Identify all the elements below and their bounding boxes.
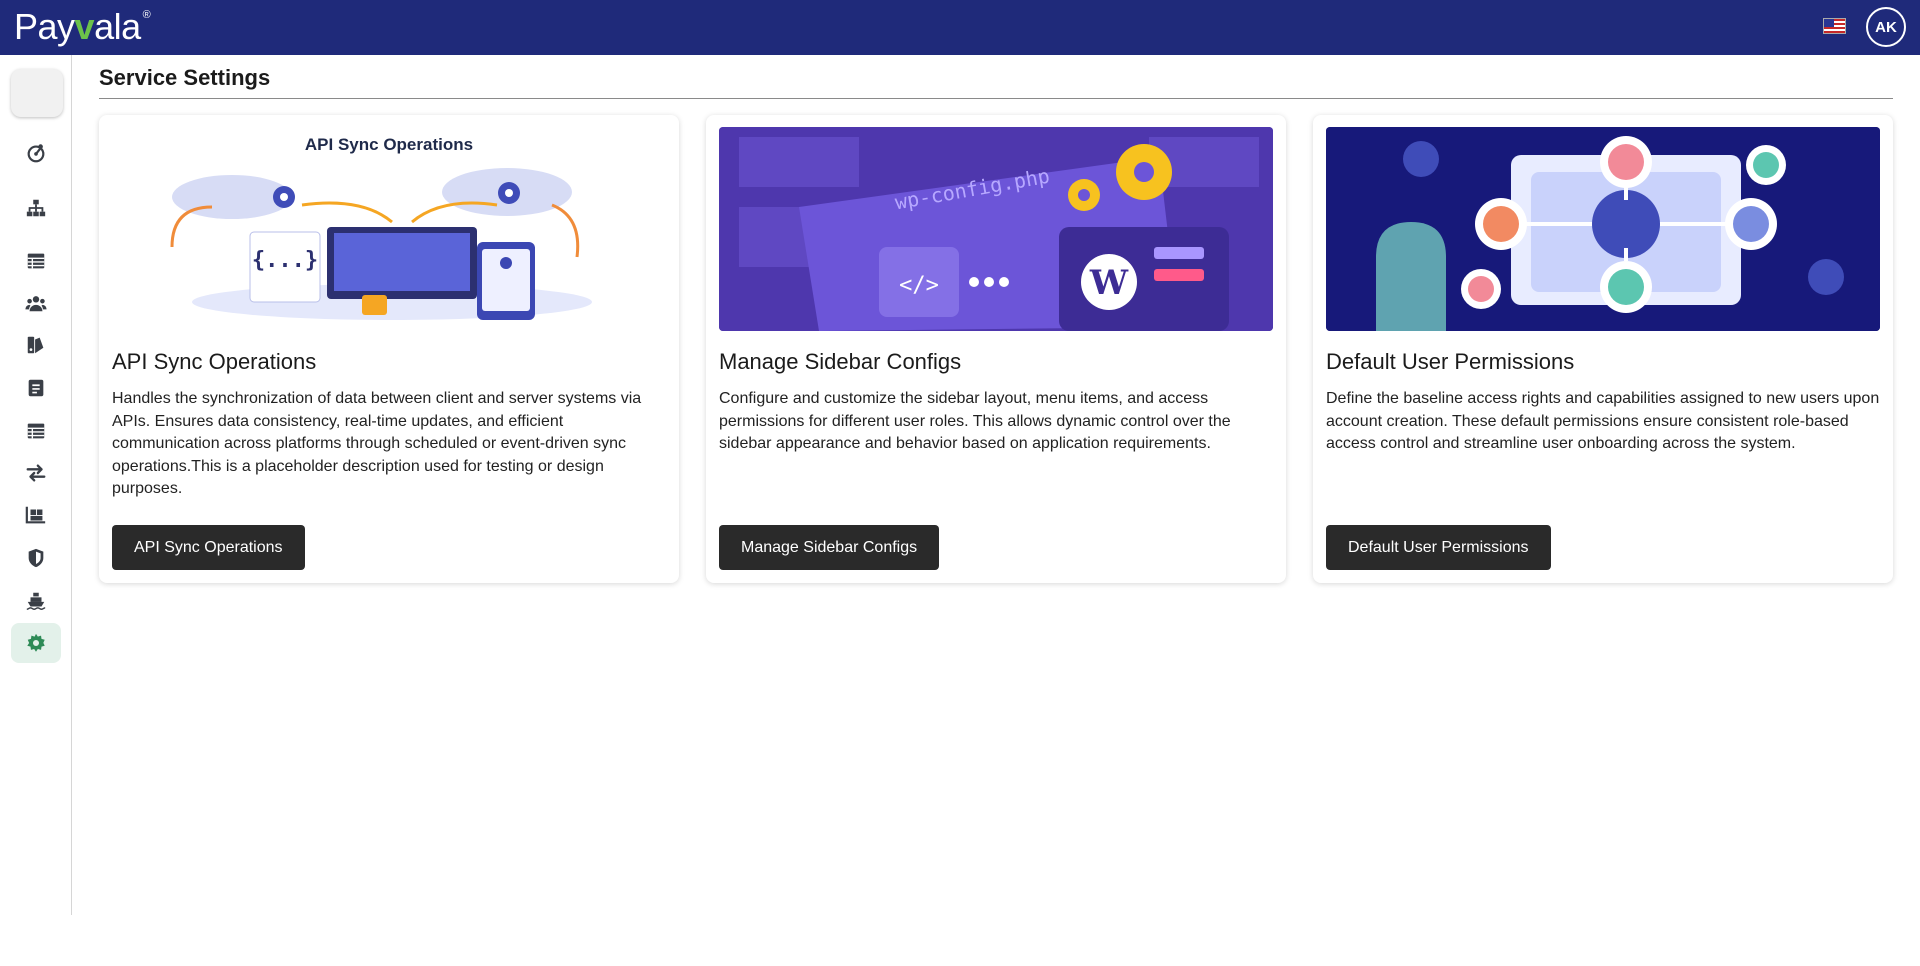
sidebar-item-ship[interactable] (11, 581, 61, 621)
avatar-initials: AK (1875, 18, 1897, 36)
api-sync-image-code: {...} (252, 248, 318, 273)
table-icon (27, 253, 45, 269)
title-divider (99, 98, 1893, 99)
page-title: Service Settings (99, 65, 271, 90)
sidebar-toggle-button[interactable] (11, 69, 63, 117)
card-title: Manage Sidebar Configs (719, 349, 962, 374)
sidebar-config-image-code: </> (899, 273, 939, 298)
us-flag-icon[interactable] (1823, 18, 1846, 34)
api-sync-illustration: {...} API Sync Operations (112, 127, 666, 331)
table-icon (27, 423, 45, 439)
card-title: Default User Permissions (1326, 349, 1575, 374)
sidebar-config-illustration: </> W wp-config.php (719, 127, 1273, 331)
sidebar-item-dashboard[interactable] (11, 133, 61, 173)
sidebar (0, 55, 72, 915)
card-title: API Sync Operations (112, 349, 317, 374)
warehouse-icon (25, 506, 46, 524)
user-avatar[interactable]: AK (1866, 7, 1906, 47)
sidebar-item-swatch[interactable] (11, 325, 61, 365)
sidebar-item-table-2[interactable] (11, 411, 61, 451)
transfer-icon (26, 464, 46, 482)
card-api-sync: {...} API Sync Operations API Sync Opera… (99, 115, 679, 583)
sidebar-item-service-settings[interactable] (11, 623, 61, 663)
shield-icon (28, 548, 44, 568)
document-icon (28, 379, 44, 397)
default-user-permissions-button[interactable]: Default User Permissions (1326, 525, 1551, 570)
api-sync-operations-button[interactable]: API Sync Operations (112, 525, 305, 570)
card-description: Define the baseline access rights and ca… (1326, 390, 1880, 452)
registered-mark: ® (142, 9, 151, 21)
sidebar-item-table[interactable] (11, 241, 61, 281)
logo-text-pay: Pay (14, 6, 75, 47)
manage-sidebar-configs-button[interactable]: Manage Sidebar Configs (719, 525, 940, 570)
card-description: Handles the synchronization of data betw… (112, 390, 642, 497)
logo-text-ala: ala (94, 6, 141, 47)
logo-text-v: v (74, 6, 95, 47)
svg-text:W: W (1089, 263, 1129, 303)
user-permissions-illustration (1326, 127, 1880, 331)
sidebar-item-users[interactable] (11, 283, 61, 323)
sidebar-item-document[interactable] (11, 368, 61, 408)
sidebar-item-hierarchy[interactable] (11, 188, 61, 228)
users-icon (25, 296, 47, 312)
swatch-icon (27, 336, 44, 354)
sidebar-item-shield[interactable] (11, 538, 61, 578)
api-sync-image-caption: API Sync Operations (304, 135, 474, 154)
paywala-logo[interactable]: Pay v ala ® (14, 6, 151, 48)
card-description: Configure and customize the sidebar layo… (719, 390, 1231, 452)
ship-icon (26, 592, 46, 610)
dashboard-icon (27, 144, 45, 163)
card-default-permissions: Default User Permissions Define the base… (1313, 115, 1893, 583)
sidebar-item-warehouse[interactable] (11, 495, 61, 535)
settings-gear-icon (27, 633, 45, 652)
top-navigation-bar: Pay v ala ® AK (0, 0, 1920, 55)
sidebar-item-transfer[interactable] (11, 453, 61, 493)
card-sidebar-configs: </> W wp-config.php Manage Sidebar Confi… (706, 115, 1286, 583)
hierarchy-icon (26, 199, 46, 217)
